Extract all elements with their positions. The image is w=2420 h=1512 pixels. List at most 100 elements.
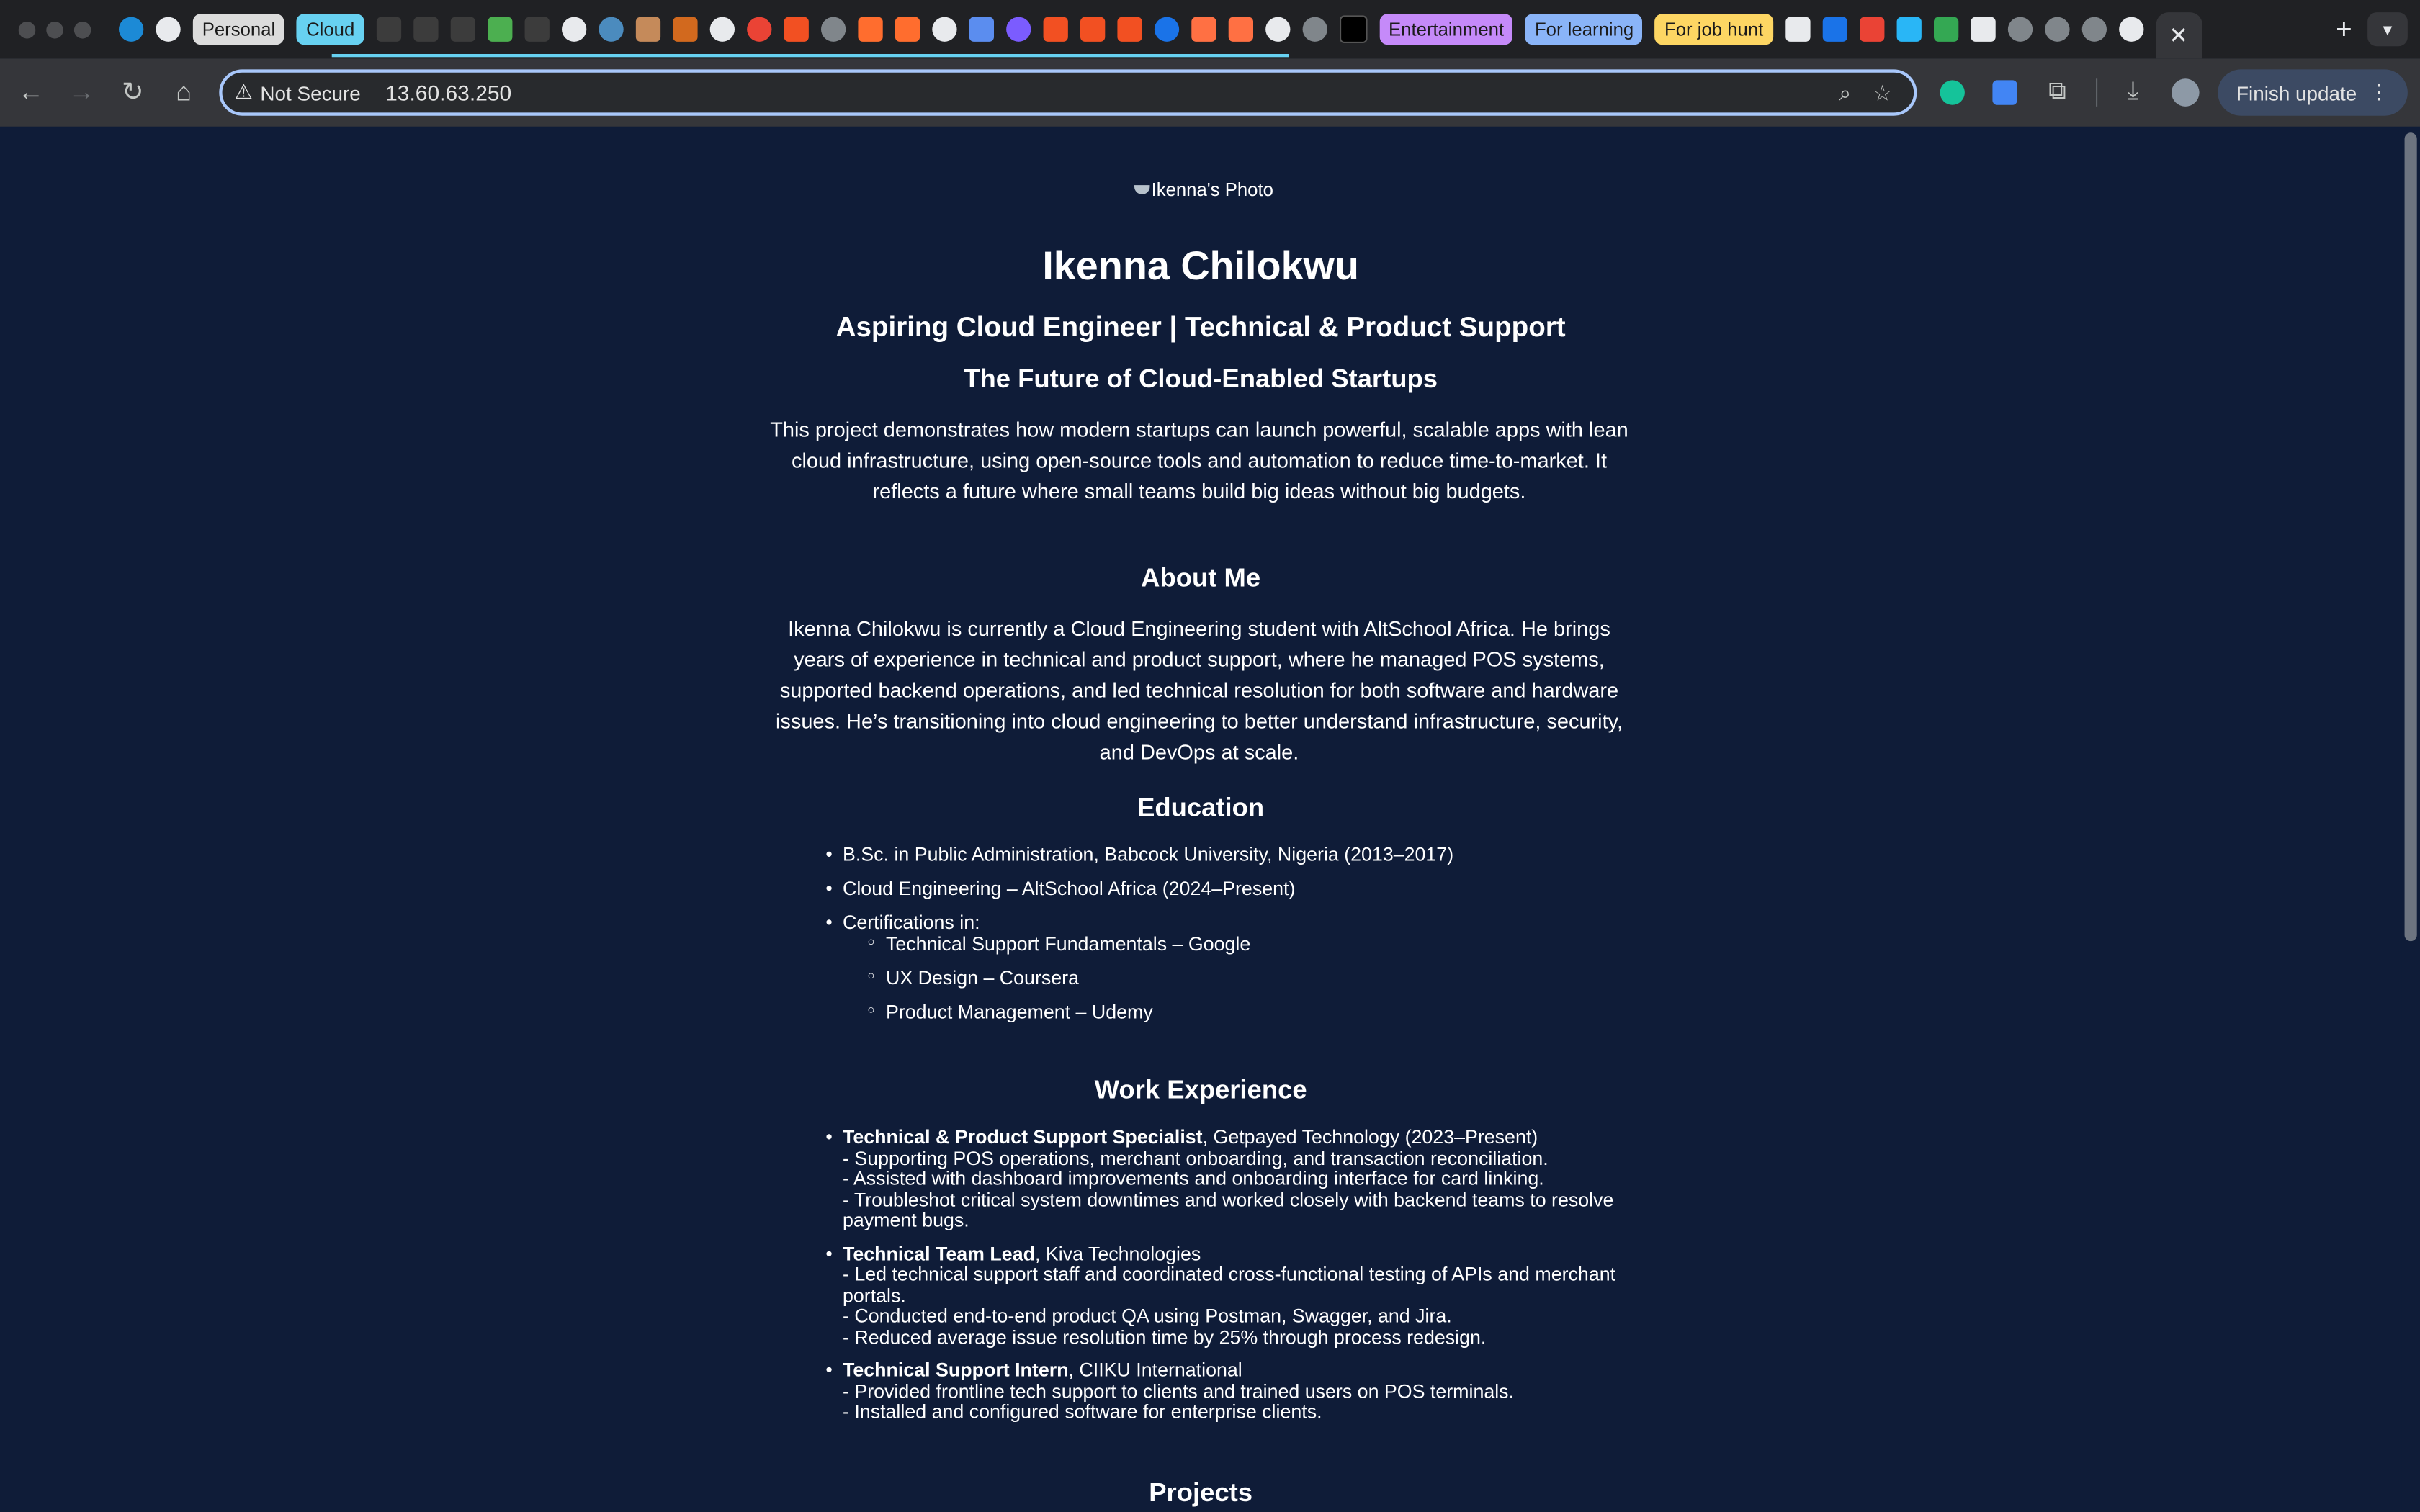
page-title: Ikenna Chilokwu [1042,242,1359,289]
github-icon[interactable] [2118,17,2143,42]
avatar[interactable] [2169,76,2202,109]
job-line: - Assisted with dashboard improvements a… [843,1168,1544,1190]
job-entry: Technical Team Lead, Kiva Technologies -… [825,1243,1630,1349]
minimize-window-button[interactable] [46,20,63,38]
translate-icon[interactable] [1988,76,2022,109]
project-title: The Future of Cloud-Enabled Startups [964,364,1438,394]
letter-t-icon[interactable] [857,17,883,42]
github-icon[interactable] [931,17,957,42]
job-org: , Kiva Technologies [1034,1243,1201,1265]
cloud-group-underline [331,54,1289,58]
job-entry: Technical Support Intern, CIIKU Internat… [825,1359,1630,1423]
scrollbar-thumb[interactable] [2404,132,2417,942]
folder-tab-icon[interactable] [376,17,401,42]
grammarly-icon[interactable] [1935,76,1969,109]
job-title: Technical Support Intern [843,1359,1069,1381]
tagline: Aspiring Cloud Engineer | Technical & Pr… [835,311,1566,343]
folder-tab-icon[interactable] [413,17,439,42]
extensions-icon[interactable]: ⧉ [2040,76,2074,109]
profile-photo-icon[interactable] [635,17,660,42]
reload-icon[interactable]: ↻ [112,73,153,113]
microsoft-icon[interactable] [1080,17,1105,42]
about-text: Ikenna Chilokwu is currently a Cloud Eng… [775,617,1623,764]
g-icon[interactable] [1932,17,1958,42]
microsoft-icon[interactable] [1116,17,1142,42]
about-heading: About Me [1141,563,1261,593]
tab-strip: Personal Cloud Entertainment For learnin… [0,0,2420,59]
app-icon[interactable] [969,17,994,42]
sync-icon[interactable] [1228,17,1253,42]
maximize-window-button[interactable] [73,20,91,38]
security-indicator[interactable]: ⚠ Not Secure [235,80,361,104]
certification-item: UX Design – Coursera [828,968,1630,989]
more-menu-icon[interactable]: ⋮ [2369,80,2389,104]
list-item: B.Sc. in Public Administration, Babcock … [825,844,1630,865]
openai-icon[interactable] [1265,17,1290,42]
sync-icon[interactable] [1191,17,1216,42]
address-bar[interactable]: ⚠ Not Secure 13.60.63.250 ⌕ ☆ [219,69,1917,116]
card-icon[interactable] [1821,17,1847,42]
cube-icon[interactable] [487,17,512,42]
question-icon[interactable] [1859,17,1884,42]
download-icon[interactable]: ⤓ [2116,76,2150,109]
finish-update-label: Finish update [2236,81,2357,104]
job-line: - Provided frontline tech support to cli… [843,1380,1515,1402]
folder-tab-icon[interactable] [450,17,475,42]
projects-heading: Projects [1149,1477,1253,1508]
project-description: This project demonstrates how modern sta… [770,418,1628,503]
google-icon[interactable] [746,17,771,42]
python-icon[interactable] [598,17,624,42]
letter-t-icon[interactable] [895,17,920,42]
globe-icon[interactable] [1302,17,1327,42]
globe-icon[interactable] [2007,17,2033,42]
list-item: Certifications in: [825,912,1630,933]
tab-search-icon[interactable]: ▾ [2367,12,2408,47]
home-icon[interactable]: ⌂ [163,73,204,113]
web-page: Ikenna's Photo Ikenna Chilokwu Aspiring … [0,127,2402,1512]
info-icon[interactable] [1005,17,1031,42]
close-window-button[interactable] [18,20,36,38]
profile-photo: Ikenna's Photo [1134,179,1273,201]
job-line: - Supporting POS operations, merchant on… [843,1147,1549,1169]
chrome-icon[interactable] [156,17,181,42]
letter-t-icon[interactable] [1896,17,1921,42]
window-controls [18,20,91,38]
globe-icon[interactable] [820,17,846,42]
tab-group-entertainment[interactable]: Entertainment [1379,14,1513,45]
job-line: - Troubleshot critical system downtimes … [843,1189,1614,1231]
photo-alt-text: Ikenna's Photo [1151,179,1273,201]
globe-icon[interactable] [2081,17,2106,42]
education-heading: Education [1137,793,1265,823]
globe-icon[interactable] [2044,17,2069,42]
letter-s-icon[interactable] [1970,17,1995,42]
dev-icon[interactable] [1339,15,1368,43]
browser-toolbar: ← → ↻ ⌂ ⚠ Not Secure 13.60.63.250 ⌕ ☆ ⧉ … [0,58,2420,127]
close-icon[interactable]: ✕ [2155,12,2202,59]
job-title: Technical & Product Support Specialist [843,1126,1203,1148]
zoom-icon[interactable]: ⌕ [1839,79,1851,105]
cloud-icon[interactable] [119,17,144,42]
folder-tab-icon[interactable] [524,17,550,42]
work-heading: Work Experience [1094,1075,1307,1105]
tab-group-cloud[interactable]: Cloud [297,14,364,45]
bookmark-star-icon[interactable]: ☆ [1873,79,1892,105]
broken-image-icon [1134,185,1150,194]
new-tab-button[interactable]: + [2336,13,2352,45]
microsoft-icon[interactable] [784,17,809,42]
microsoft-icon[interactable] [1043,17,1068,42]
finish-update-button[interactable]: Finish update ⋮ [2218,69,2408,116]
tab-group-learning[interactable]: For learning [1525,14,1644,45]
back-icon[interactable]: ← [11,73,51,113]
forward-icon[interactable]: → [62,73,102,113]
tab-group-personal[interactable]: Personal [192,14,285,45]
job-line: - Led technical support staff and coordi… [843,1264,1616,1306]
github-icon[interactable] [709,17,735,42]
database-icon[interactable] [1785,17,1810,42]
warning-icon: ⚠ [234,80,253,104]
tab-group-job-hunt[interactable]: For job hunt [1655,14,1773,45]
url-text[interactable]: 13.60.63.250 [385,80,1839,104]
bottle-icon[interactable] [672,17,698,42]
github-icon[interactable] [561,17,586,42]
link-icon[interactable] [1154,17,1179,42]
security-label: Not Secure [260,81,361,104]
